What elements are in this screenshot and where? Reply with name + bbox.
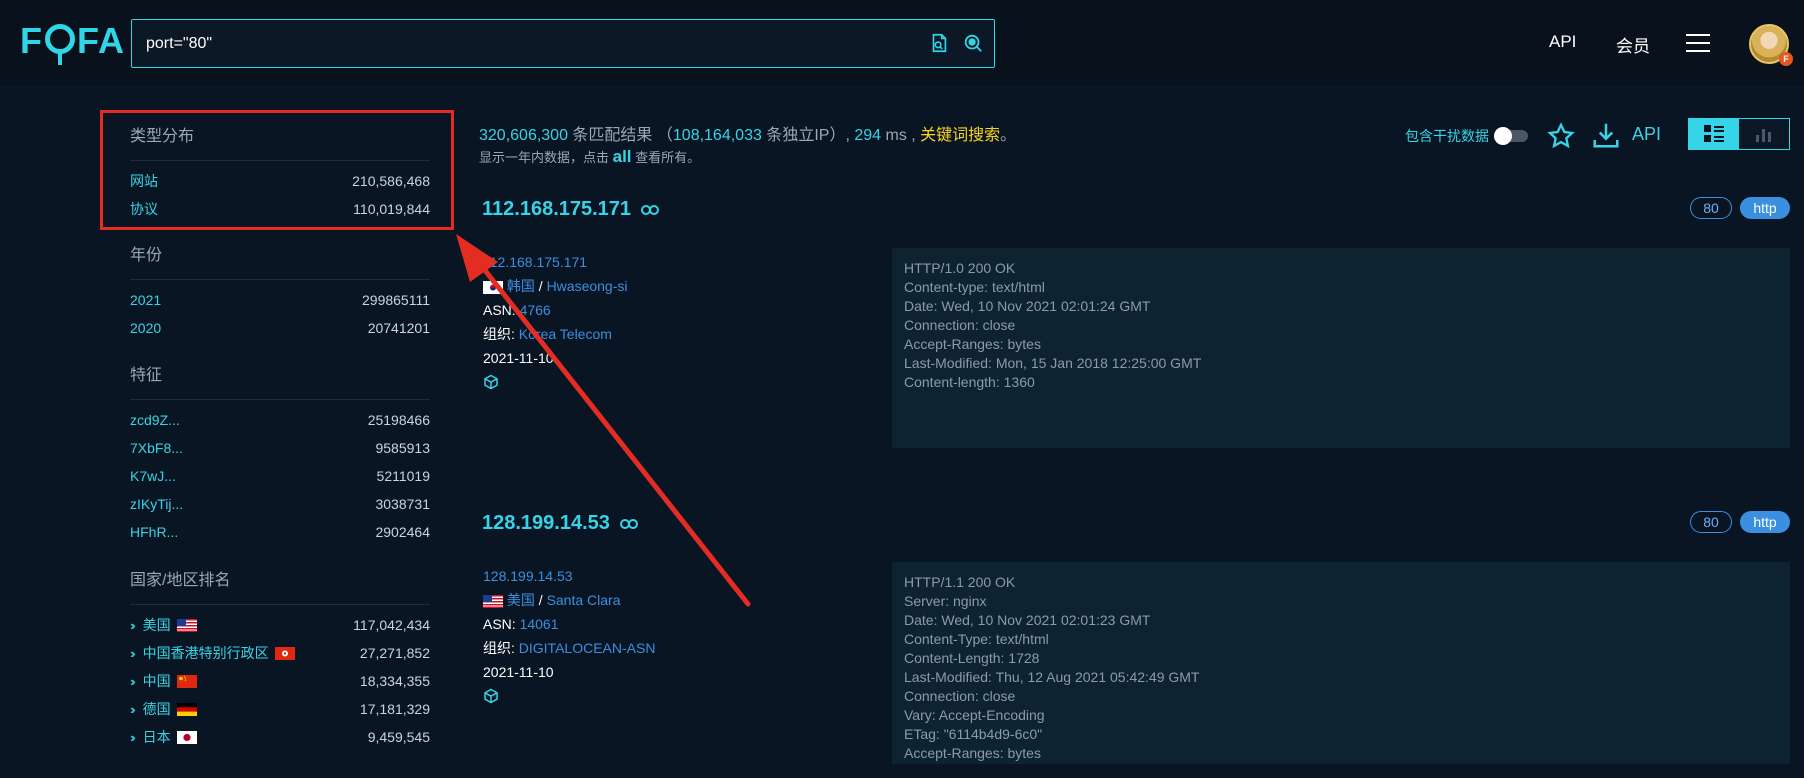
country-link[interactable]: 美国 <box>507 592 535 608</box>
view-switch <box>1688 118 1790 150</box>
result-date: 2021-11-10 <box>483 664 554 680</box>
feature-distribution: 特征 zcd9Z... 25198466 7XbF8... 9585913 K7… <box>130 365 430 546</box>
result-date: 2021-11-10 <box>483 350 554 366</box>
avatar-badge: F <box>1779 52 1793 66</box>
port-tag[interactable]: 80 <box>1690 511 1732 533</box>
feature-title: 特征 <box>130 367 163 384</box>
api-link[interactable]: API <box>1632 124 1661 145</box>
result-summary: 320,606,300 条匹配结果 （108,164,033 条独立IP）, 2… <box>479 127 1017 144</box>
star-icon[interactable] <box>1547 122 1575 150</box>
protocol-tag[interactable]: http <box>1740 511 1790 533</box>
country-row-de[interactable]: ›› 德国 17,181,329 <box>130 695 430 723</box>
result-card: 128.199.14.53 80 http 128.199.14.53 美国 /… <box>479 511 1790 778</box>
result-meta: 112.168.175.171 韩国 / Hwaseong-si ASN: 47… <box>483 250 628 397</box>
feature-row[interactable]: 7XbF8... 9585913 <box>130 434 430 462</box>
list-view-icon <box>1704 125 1724 142</box>
bar-chart-icon <box>1756 129 1771 142</box>
response-banner: HTTP/1.0 200 OK Content-type: text/html … <box>892 248 1790 448</box>
annotation-highlight-box <box>100 110 454 230</box>
link-icon[interactable] <box>641 204 660 215</box>
country-row-us[interactable]: ›› 美国 117,042,434 <box>130 611 430 639</box>
result-ip-link[interactable]: 128.199.14.53 <box>483 564 655 588</box>
file-search-icon[interactable] <box>928 32 950 54</box>
chevron-right-icon: ›› <box>130 673 135 689</box>
country-row-jp[interactable]: ›› 日本 9,459,545 <box>130 723 430 751</box>
chevron-right-icon: ›› <box>130 701 135 717</box>
asn-link[interactable]: 4766 <box>520 302 551 318</box>
nav-api-link[interactable]: API <box>1549 32 1576 52</box>
top-header: F FA API 会员 F <box>0 0 1804 86</box>
result-ip-link[interactable]: 112.168.175.171 <box>483 250 628 274</box>
result-ip-title[interactable]: 112.168.175.171 <box>482 198 660 221</box>
country-ranking: 国家/地区排名 ›› 美国 117,042,434 ›› 中国香港特别行政区 27,… <box>130 570 430 751</box>
feature-row[interactable]: HFhR... 2902464 <box>130 518 430 546</box>
menu-icon[interactable] <box>1686 34 1710 54</box>
org-link[interactable]: DIGITALOCEAN-ASN <box>519 640 656 656</box>
cube-icon[interactable] <box>483 688 499 704</box>
chevron-right-icon: ›› <box>130 729 135 745</box>
logo-o-icon <box>45 24 75 65</box>
result-card: 112.168.175.171 80 http 112.168.175.171 … <box>479 197 1790 454</box>
result-ip-title[interactable]: 128.199.14.53 <box>482 512 638 535</box>
search-input[interactable] <box>146 30 906 58</box>
result-meta: 128.199.14.53 美国 / Santa Clara ASN: 1406… <box>483 564 655 711</box>
logo-letters-fa: FA <box>77 20 126 61</box>
fofa-logo[interactable]: F FA <box>20 20 126 65</box>
jp-flag-icon <box>176 730 197 744</box>
result-subnote: 显示一年内数据，点击 all 查看所有。 <box>479 147 701 166</box>
year-row[interactable]: 2020 20741201 <box>130 314 430 342</box>
response-banner: HTTP/1.1 200 OK Server: nginx Date: Wed,… <box>892 562 1790 764</box>
chevron-right-icon: ›› <box>130 617 135 633</box>
feature-row[interactable]: zIKyTij... 3038731 <box>130 490 430 518</box>
cube-icon[interactable] <box>483 374 499 390</box>
year-title: 年份 <box>130 247 163 264</box>
country-title: 国家/地区排名 <box>130 572 231 589</box>
us-flag-icon <box>483 594 503 608</box>
feature-row[interactable]: K7wJ... 5211019 <box>130 462 430 490</box>
asn-link[interactable]: 14061 <box>520 616 559 632</box>
feature-row[interactable]: zcd9Z... 25198466 <box>130 406 430 434</box>
avatar[interactable]: F <box>1749 24 1793 66</box>
keyword-search-link[interactable]: 关键词搜索 <box>920 127 1000 144</box>
city-link[interactable]: Santa Clara <box>547 592 621 608</box>
nav-member-link[interactable]: 会员 <box>1616 32 1650 57</box>
country-link[interactable]: 韩国 <box>507 278 535 294</box>
org-link[interactable]: Korea Telecom <box>519 326 612 342</box>
kr-flag-icon <box>483 280 503 294</box>
cn-flag-icon <box>176 674 197 688</box>
year-distribution: 年份 2021 299865111 2020 20741201 <box>130 245 430 342</box>
show-all-link[interactable]: all <box>613 147 632 166</box>
download-icon[interactable] <box>1591 120 1621 150</box>
protocol-tag[interactable]: http <box>1740 197 1790 219</box>
us-flag-icon <box>176 618 197 632</box>
country-row-cn[interactable]: ›› 中国 18,334,355 <box>130 667 430 695</box>
hk-flag-icon <box>274 646 295 660</box>
link-icon[interactable] <box>619 518 638 529</box>
year-row[interactable]: 2021 299865111 <box>130 286 430 314</box>
chevron-right-icon: ›› <box>130 645 135 661</box>
list-view-button[interactable] <box>1689 119 1739 149</box>
country-row-hk[interactable]: ›› 中国香港特别行政区 27,271,852 <box>130 639 430 667</box>
de-flag-icon <box>176 702 197 716</box>
interference-toggle[interactable] <box>1494 127 1528 145</box>
search-box <box>131 19 995 68</box>
logo-letter-f: F <box>20 20 43 61</box>
city-link[interactable]: Hwaseong-si <box>547 278 628 294</box>
search-icon[interactable] <box>962 32 984 54</box>
chart-view-button[interactable] <box>1739 119 1789 149</box>
port-tag[interactable]: 80 <box>1690 197 1732 219</box>
interference-data-label: 包含干扰数据 <box>1405 128 1489 144</box>
